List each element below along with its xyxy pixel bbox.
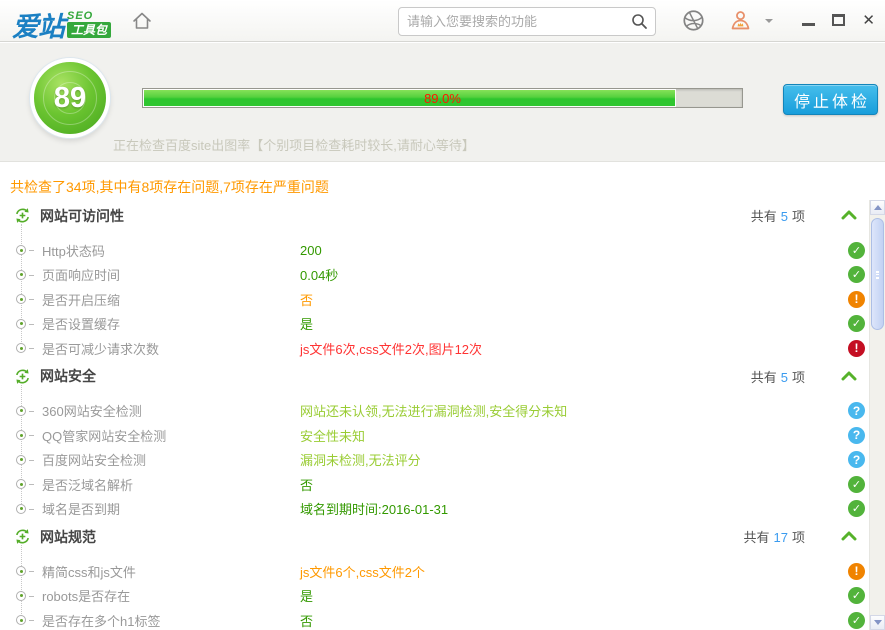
score-badge: 89 [30, 58, 110, 138]
check-row: 精简css和js文件 js文件6个,css文件2个 [0, 559, 885, 584]
summary-line: 共检查了34项,其中有8项存在问题,7项存在严重问题 [10, 177, 885, 195]
section-count: 共有5项 [751, 206, 805, 225]
collapse-chevron-icon[interactable] [841, 371, 857, 381]
section-refresh-icon [13, 367, 32, 386]
row-bullet-icon [16, 615, 26, 625]
check-row: QQ管家网站安全检测 安全性未知 [0, 423, 885, 448]
user-account-icon[interactable] [729, 9, 752, 37]
close-button[interactable]: ✕ [862, 13, 875, 28]
row-bullet-icon [16, 504, 26, 514]
check-row: 是否可减少请求次数 js文件6次,css文件2次,图片12次 [0, 336, 885, 361]
scroll-down-button[interactable] [870, 615, 885, 630]
scrollbar [869, 200, 885, 630]
status-ok-icon [848, 587, 865, 604]
check-row: 是否开启压缩 否 [0, 287, 885, 312]
check-row: 是否存在多个h1标签 否 [0, 608, 885, 630]
check-row: 是否设置缓存 是 [0, 312, 885, 337]
home-icon[interactable] [131, 10, 153, 32]
network-globe-icon[interactable] [682, 9, 705, 37]
search-icon[interactable] [631, 13, 648, 30]
check-row: 360网站安全检测 网站还未认领,无法进行漏洞检测,安全得分未知 [0, 399, 885, 424]
check-row: 百度网站安全检测 漏洞未检测,无法评分 [0, 448, 885, 473]
section-count: 共有17项 [744, 527, 806, 546]
section-refresh-icon [13, 527, 32, 546]
section-title: 网站安全 [40, 366, 96, 386]
status-ok-icon [848, 500, 865, 517]
status-ok-icon [848, 266, 865, 283]
checkup-status-text: 正在检查百度site出图率【个别项目检查耗时较长,请耐心等待】 [113, 135, 475, 154]
status-warning-icon [848, 291, 865, 308]
minimize-button[interactable] [802, 15, 815, 26]
scrollbar-thumb[interactable] [871, 218, 884, 330]
logo-text-main: 爱站 [12, 5, 64, 44]
row-bullet-icon [16, 566, 26, 576]
check-row: robots是否存在 是 [0, 584, 885, 609]
section-standards: 网站规范 共有17项 精简css和js文件 js文件6个,css文件2个 rob… [0, 521, 885, 630]
stop-checkup-button[interactable]: 停止体检 [783, 84, 878, 115]
title-bar: 爱站 SEO 工具包 ✕ [0, 0, 885, 42]
checkup-panel: 89 89.0% 停止体检 正在检查百度site出图率【个别项目检查耗时较长,请… [0, 43, 885, 162]
check-row: Http状态码 200 [0, 238, 885, 263]
progress-bar: 89.0% [142, 88, 743, 108]
collapse-chevron-icon[interactable] [841, 210, 857, 220]
collapse-chevron-icon[interactable] [841, 531, 857, 541]
section-title: 网站可访问性 [40, 206, 124, 226]
row-bullet-icon [16, 245, 26, 255]
section-refresh-icon [13, 206, 32, 225]
scroll-up-button[interactable] [870, 200, 885, 215]
status-error-icon [848, 340, 865, 357]
row-bullet-icon [16, 591, 26, 601]
maximize-button[interactable] [832, 14, 845, 26]
row-bullet-icon [16, 430, 26, 440]
section-header[interactable]: 网站安全 共有5项 [0, 361, 885, 392]
section-accessibility: 网站可访问性 共有5项 Http状态码 200 页面响应时间 0.04秒 是否开… [0, 200, 885, 361]
status-ok-icon [848, 476, 865, 493]
section-header[interactable]: 网站可访问性 共有5项 [0, 200, 885, 231]
progress-percent-label: 89.0% [143, 89, 742, 107]
section-header[interactable]: 网站规范 共有17项 [0, 521, 885, 552]
search-input[interactable] [399, 14, 631, 29]
status-ok-icon [848, 612, 865, 629]
score-value: 89 [54, 82, 86, 115]
status-ok-icon [848, 315, 865, 332]
row-bullet-icon [16, 455, 26, 465]
row-bullet-icon [16, 479, 26, 489]
dropdown-caret-icon[interactable] [765, 19, 773, 23]
check-row: 页面响应时间 0.04秒 [0, 263, 885, 288]
section-security: 网站安全 共有5项 360网站安全检测 网站还未认领,无法进行漏洞检测,安全得分… [0, 361, 885, 522]
status-unknown-icon [848, 402, 865, 419]
status-unknown-icon [848, 427, 865, 444]
check-row: 域名是否到期 域名到期时间:2016-01-31 [0, 497, 885, 522]
check-row: 是否泛域名解析 否 [0, 472, 885, 497]
app-logo: 爱站 SEO 工具包 [12, 5, 111, 44]
row-bullet-icon [16, 343, 26, 353]
status-warning-icon [848, 563, 865, 580]
results-area: 共检查了34项,其中有8项存在问题,7项存在严重问题 网站可访问性 共有5项 H… [0, 163, 885, 630]
row-bullet-icon [16, 294, 26, 304]
section-title: 网站规范 [40, 527, 96, 547]
window-controls: ✕ [802, 12, 875, 28]
section-count: 共有5项 [751, 367, 805, 386]
status-unknown-icon [848, 451, 865, 468]
search-box [398, 7, 656, 36]
logo-text-sub: 工具包 [67, 22, 111, 38]
status-ok-icon [848, 242, 865, 259]
row-bullet-icon [16, 270, 26, 280]
row-bullet-icon [16, 406, 26, 416]
row-bullet-icon [16, 319, 26, 329]
logo-text-seo: SEO [67, 11, 93, 22]
